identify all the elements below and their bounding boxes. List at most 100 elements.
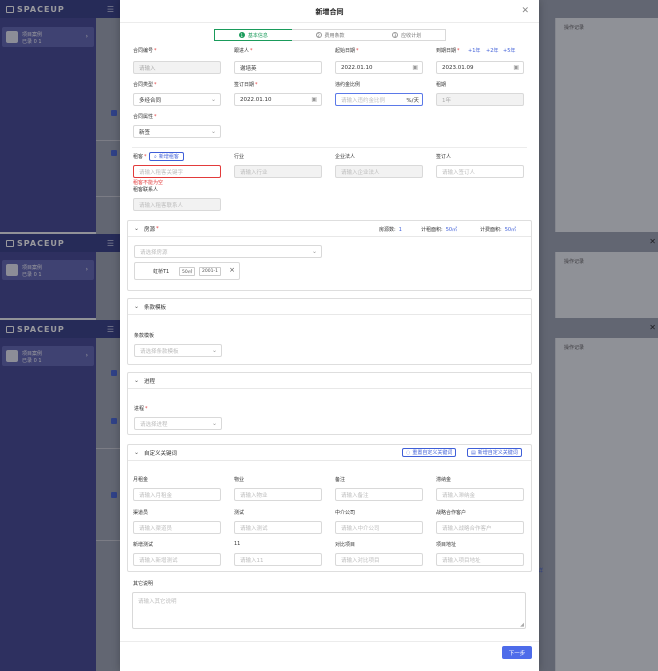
end-date-input[interactable]: 2023.01.09 ▣	[436, 61, 524, 74]
keyword-label: 项目地址	[436, 542, 457, 548]
industry-label: 行业	[234, 154, 245, 160]
house-item-room: 2001-1	[199, 267, 221, 276]
tenant-contact-input[interactable]: 请输入租客联系人	[133, 198, 221, 211]
progress-select[interactable]: 请选择进程 ⌄	[134, 417, 222, 430]
tenant-input[interactable]: 请输入租客关键字	[133, 165, 221, 178]
sign-date-label: 签订日期*	[234, 82, 258, 88]
other-notes-textarea[interactable]: 请输入其它说明 ◢	[132, 592, 526, 629]
keyword-label: 战略合作客户	[436, 510, 467, 516]
chevron-down-icon: ⌄	[311, 248, 317, 255]
add-keyword-button[interactable]: ▤ 新增自定义关键词	[467, 448, 522, 457]
keyword-input[interactable]: 请输入滞纳金	[436, 488, 524, 501]
clause-panel-header[interactable]: ⌄ 条款模板	[128, 299, 531, 315]
legal-person-input[interactable]: 请输入企业法人	[335, 165, 423, 178]
modal-title: 新增合同	[315, 8, 344, 16]
add-tenant-button[interactable]: ⌕ 新增租客	[149, 152, 184, 161]
keyword-label: 备注	[335, 477, 346, 483]
keyword-label: 新增测试	[133, 542, 154, 548]
keyword-label: 滞纳金	[436, 477, 452, 483]
chevron-down-icon: ⌄	[211, 420, 217, 427]
sign-date-input[interactable]: 2022.01.10 ▣	[234, 93, 322, 106]
keyword-input[interactable]: 请输入战略合作客户	[436, 521, 524, 534]
calc-area: 计租面积: 50㎡	[421, 227, 458, 233]
keyword-input[interactable]: 请输入项目地址	[436, 553, 524, 566]
tenant-error: 租客不能为空	[133, 180, 164, 186]
house-count: 房源数: 1	[379, 227, 402, 233]
house-panel: ⌄ 房源 * 房源数: 1 计租面积: 50㎡ 计费面积: 50㎡ 请选择房源 ⌄ 虹桥T…	[127, 220, 532, 291]
calendar-icon: ▣	[412, 64, 418, 71]
keyword-label: 月租金	[133, 477, 149, 483]
next-step-button[interactable]: 下一步	[502, 646, 532, 659]
keyword-label: 渠道员	[133, 510, 149, 516]
charge-area: 计费面积: 50㎡	[480, 227, 517, 233]
end-date-label: 到期日期*	[436, 48, 460, 54]
reset-keywords-button[interactable]: ◌ 重置自定义关键词	[402, 448, 457, 457]
keyword-input[interactable]: 请输入测试	[234, 521, 322, 534]
other-notes-label: 其它说明	[133, 581, 154, 587]
signatory-input[interactable]: 请输入签订人	[436, 165, 524, 178]
keyword-label: 11	[234, 541, 241, 547]
keyword-input[interactable]: 请输入物业	[234, 488, 322, 501]
custom-keywords-header[interactable]: ⌄ 自定义关键词 ◌ 重置自定义关键词 ▤ 新增自定义关键词	[128, 445, 531, 461]
keyword-input[interactable]: 请输入新增测试	[133, 553, 221, 566]
calendar-icon: ▣	[311, 96, 317, 103]
step-indicator: 1 基本信息 2 费用条款 3 应收计划	[214, 29, 447, 41]
quick-5-year[interactable]: +5年	[503, 47, 515, 54]
chevron-down-icon: ⌄	[211, 347, 217, 354]
penalty-unit: %/天	[406, 97, 419, 104]
start-date-input[interactable]: 2022.01.10 ▣	[335, 61, 423, 74]
new-contract-modal: 新增合同 ✕ 1 基本信息 2 费用条款 3 应收计划 合同编号* 请输入 跟进人* …	[120, 0, 539, 671]
chevron-down-icon: ⌄	[210, 96, 216, 103]
signer-input[interactable]: 谢培英	[234, 61, 322, 74]
quick-2-year[interactable]: +2年	[486, 47, 498, 54]
step-receivable-plan[interactable]: 3 应收计划	[368, 29, 447, 41]
clause-panel: ⌄ 条款模板 条款模板 请选择条款模板 ⌄	[127, 298, 532, 365]
contract-no-input[interactable]: 请输入	[133, 61, 221, 74]
contract-type-select[interactable]: 多经合同 ⌄	[133, 93, 221, 106]
house-item: 虹桥T1 50㎡ 2001-1 ×	[134, 262, 240, 280]
close-icon[interactable]: ✕	[521, 6, 529, 16]
signer-label: 跟进人*	[234, 48, 253, 54]
keyword-input[interactable]: 请输入中介公司	[335, 521, 423, 534]
legal-person-label: 企业法人	[335, 154, 356, 160]
contract-no-label: 合同编号*	[133, 48, 157, 54]
remove-house-icon[interactable]: ×	[229, 266, 235, 274]
keyword-label: 对比项目	[335, 542, 356, 548]
keyword-input[interactable]: 请输入对比项目	[335, 553, 423, 566]
tenant-contact-label: 租客联系人	[133, 187, 159, 193]
chevron-down-icon: ⌄	[134, 303, 140, 310]
keyword-label: 测试	[234, 510, 245, 516]
contract-attr-label: 合同属性*	[133, 114, 157, 120]
penalty-ratio-label: 违约金比例	[335, 82, 361, 88]
house-panel-header[interactable]: ⌄ 房源 * 房源数: 1 计租面积: 50㎡ 计费面积: 50㎡	[128, 221, 531, 237]
quick-1-year[interactable]: +1年	[468, 47, 480, 54]
lease-term-input[interactable]: 1年	[436, 93, 524, 106]
step-basic-info[interactable]: 1 基本信息	[214, 29, 292, 41]
industry-input[interactable]: 请输入行业	[234, 165, 322, 178]
signatory-label: 签订人	[436, 154, 452, 160]
tenant-label: 租客*	[133, 154, 147, 160]
keyword-input[interactable]: 请输入11	[234, 553, 322, 566]
document-icon: ▤	[471, 449, 476, 456]
progress-panel-header[interactable]: ⌄ 进程	[128, 373, 531, 389]
resize-handle-icon[interactable]: ◢	[520, 622, 524, 628]
calendar-icon: ▣	[513, 64, 519, 71]
refresh-icon: ◌	[406, 449, 411, 456]
step-fee-terms[interactable]: 2 费用条款	[291, 29, 369, 41]
house-item-area: 50㎡	[179, 267, 196, 276]
progress-panel: ⌄ 进程 进程* 请选择进程 ⌄	[127, 372, 532, 435]
search-icon: ⌕	[154, 153, 157, 160]
penalty-ratio-input[interactable]: 请输入违约金比例 %/天	[335, 93, 423, 106]
chevron-down-icon: ⌄	[134, 449, 140, 456]
contract-type-label: 合同类型*	[133, 82, 157, 88]
keyword-input[interactable]: 请输入月租金	[133, 488, 221, 501]
chevron-down-icon: ⌄	[134, 377, 140, 384]
progress-label: 进程*	[134, 406, 148, 412]
clause-template-label: 条款模板	[134, 333, 155, 339]
keyword-label: 物业	[234, 477, 245, 483]
clause-template-select[interactable]: 请选择条款模板 ⌄	[134, 344, 222, 357]
keyword-input[interactable]: 请输入渠道员	[133, 521, 221, 534]
house-select[interactable]: 请选择房源 ⌄	[134, 245, 322, 258]
keyword-input[interactable]: 请输入备注	[335, 488, 423, 501]
contract-attr-select[interactable]: 新签 ⌄	[133, 125, 221, 138]
